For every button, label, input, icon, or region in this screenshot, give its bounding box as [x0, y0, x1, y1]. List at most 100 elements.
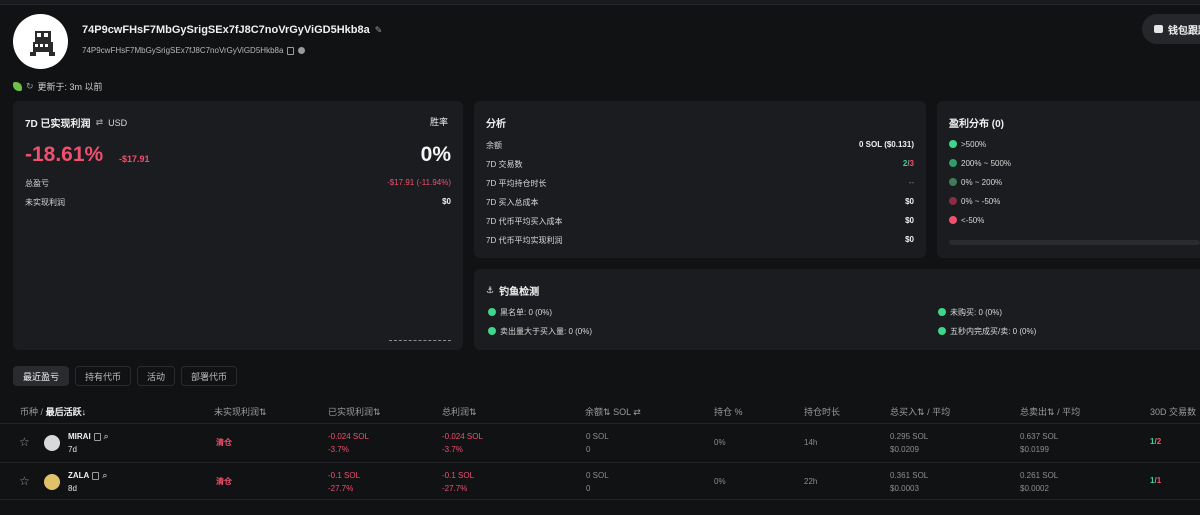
analysis-title: 分析: [486, 119, 506, 130]
bought-avg: $0.0003: [890, 484, 919, 493]
col-last-active-label: 最后活跃: [45, 407, 82, 417]
pnl-currency[interactable]: USD: [108, 118, 127, 128]
pnl-usd: -$17.91: [119, 154, 150, 164]
pnl-card-title: 7D 已实现利润 ⇄ USD: [25, 115, 127, 131]
bought-avg: $0.0209: [890, 445, 919, 454]
bought-cell: 0.295 SOL $0.0209: [890, 432, 928, 454]
search-icon[interactable]: ⌕: [104, 432, 109, 441]
copy-icon[interactable]: [93, 432, 101, 441]
tab-holdings[interactable]: 持有代币: [75, 366, 132, 386]
analysis-card: 分析 余额 0 SOL ($0.131) 7D 交易数 2/3 7D 平均持仓时…: [474, 101, 926, 258]
updated-status: ↻ 更新于: 3m 以前: [13, 80, 103, 93]
realized-pct: -27.7%: [328, 484, 354, 493]
tab-recent-pnl[interactable]: 最近盈亏: [13, 366, 70, 386]
column-balance[interactable]: 余额⇅ SOL ⇄: [585, 405, 641, 418]
wallet-address: 74P9cwFHsF7MbGySrigSEx7fJ8C7noVrGyViGD5H…: [82, 24, 382, 36]
fast-trade-text: 五秒内完成买/卖: 0 (0%): [950, 327, 1037, 336]
legend-dot: [949, 216, 957, 224]
wallet-track-button[interactable]: 钱包跟踪: [1142, 14, 1200, 44]
pnl-card: 7D 已实现利润 ⇄ USD 胜率 -18.61% -$17.91 0% 总盈亏…: [13, 101, 463, 350]
analysis-row-label: 7D 代币平均实现利润: [486, 236, 563, 245]
total-sol: -0.1 SOL: [442, 471, 475, 480]
swap-currency-icon[interactable]: ⇄: [96, 118, 104, 127]
col-position-label: 持仓 %: [714, 407, 743, 417]
tab-bar: 最近盈亏 持有代币 活动 部署代币: [13, 366, 238, 386]
col-unrealized-label: 未实现利润: [214, 407, 260, 417]
distribution-bar: [949, 240, 1200, 245]
sold-avg: $0.0199: [1020, 445, 1049, 454]
column-holding: 持仓时长: [804, 405, 840, 418]
copy-icon[interactable]: [287, 46, 295, 55]
holding-cell: 14h: [804, 438, 818, 447]
legend-dot: [949, 159, 957, 167]
total-pnl-value: -$17.91 (-11.94%): [387, 178, 451, 187]
bought-sol: 0.361 SOL: [890, 471, 929, 480]
token-avatar: [44, 474, 60, 490]
table-row[interactable]: ☆ MIRAI ⌕ 7d 清仓 -0.024 SOL -3.7% -0.024 SO…: [0, 423, 1200, 461]
search-icon[interactable]: ⌕: [102, 471, 107, 480]
table-row[interactable]: ☆ ZALA ⌕ 8d 清仓 -0.1 SOL -27.7% -0.1 SOL -27…: [0, 462, 1200, 500]
holding-cell: 22h: [804, 477, 818, 486]
column-realized[interactable]: 已实现利润⇅: [328, 405, 381, 418]
balance-cell: 0 SOL 0: [586, 432, 609, 454]
phishing-item: 未购买: 0 (0%): [938, 307, 1002, 318]
favorite-star-icon[interactable]: ☆: [19, 474, 30, 488]
column-bought[interactable]: 总买入⇅ / 平均: [890, 405, 950, 418]
explorer-icon[interactable]: [298, 47, 306, 54]
analysis-row-label: 7D 买入总成本: [486, 198, 539, 207]
token-avatar: [44, 435, 60, 451]
avg-hold-value: --: [908, 178, 914, 187]
analysis-row-label: 7D 平均持仓时长: [486, 179, 547, 188]
column-total[interactable]: 总利润⇅: [442, 405, 477, 418]
token-name-line: MIRAI ⌕: [68, 432, 109, 442]
bought-sol: 0.295 SOL: [890, 432, 929, 441]
tab-deployed[interactable]: 部署代币: [181, 366, 238, 386]
col-bought-label: 总买入: [890, 407, 918, 417]
trades-loss: 1: [1156, 476, 1162, 485]
edit-icon[interactable]: ✎: [375, 25, 383, 35]
token-cell[interactable]: ZALA ⌕ 8d: [68, 471, 107, 494]
favorite-star-icon[interactable]: ☆: [19, 435, 30, 449]
refresh-icon[interactable]: ↻: [26, 82, 34, 91]
col-bought-avg: / 平均: [927, 407, 951, 417]
phishing-title: ⚓ 钓鱼检测: [486, 283, 539, 299]
column-sold[interactable]: 总卖出⇅ / 平均: [1020, 405, 1080, 418]
col-total-label: 总利润: [442, 407, 470, 417]
trades-loss: 2: [1156, 437, 1162, 446]
blacklist-text: 黑名单: 0 (0%): [500, 308, 553, 317]
sort-icon: ⇅: [469, 407, 477, 417]
distribution-title: 盈利分布 (0): [949, 119, 1004, 130]
column-token[interactable]: 币种 / 最后活跃↓: [20, 405, 86, 418]
trades-loss: 3: [909, 159, 914, 168]
distribution-item: 200% ~ 500%: [949, 159, 1011, 168]
trades-value: 2/3: [903, 159, 914, 168]
sold-cell: 0.637 SOL $0.0199: [1020, 432, 1058, 454]
pnl-percent: -18.61%: [25, 143, 104, 166]
tab-activity[interactable]: 活动: [137, 366, 176, 386]
column-unrealized[interactable]: 未实现利润⇅: [214, 405, 267, 418]
status-dot: [488, 308, 496, 316]
token-age: 7d: [68, 445, 77, 454]
top-bar: [0, 0, 1200, 5]
distribution-item: <-50%: [949, 216, 984, 225]
col-trades-label: 30D 交易数: [1150, 407, 1197, 417]
token-cell[interactable]: MIRAI ⌕ 7d: [68, 432, 109, 455]
col-sold-label: 总卖出: [1020, 407, 1048, 417]
legend-dot: [949, 197, 957, 205]
column-position: 持仓 %: [714, 405, 743, 418]
updated-text: 更新于: 3m 以前: [37, 82, 103, 92]
copy-icon[interactable]: [92, 471, 100, 480]
winrate-label: 胜率: [430, 117, 449, 127]
winrate-value: 0%: [420, 143, 451, 166]
position-cell: 0%: [714, 438, 726, 447]
balance-sol: 0 SOL: [586, 471, 609, 480]
avg-buy-cost-value: $0: [905, 216, 914, 225]
balance-cell: 0 SOL 0: [586, 471, 609, 493]
swap-unit-icon[interactable]: ⇄: [633, 407, 641, 417]
total-sol: -0.024 SOL: [442, 432, 483, 441]
sold-avg: $0.0002: [1020, 484, 1049, 493]
total-pct: -3.7%: [442, 445, 463, 454]
bought-cell: 0.361 SOL $0.0003: [890, 471, 928, 493]
wallet-address-text: 74P9cwFHsF7MbGySrigSEx7fJ8C7noVrGyViGD5H…: [82, 24, 370, 36]
sort-desc-icon: ↓: [81, 407, 87, 417]
